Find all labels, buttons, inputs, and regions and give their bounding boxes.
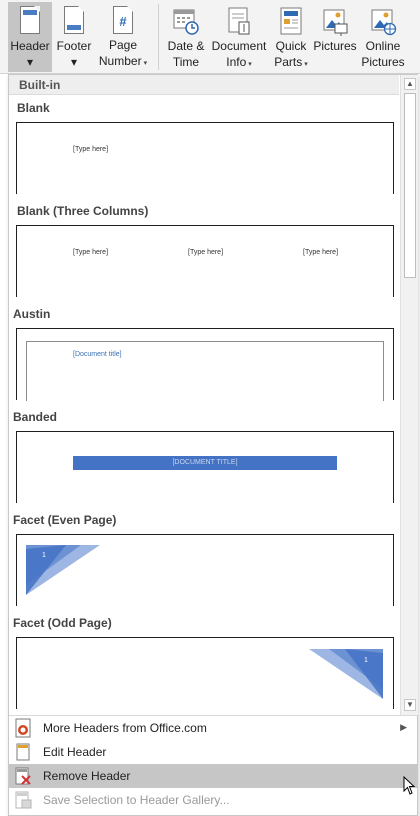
mouse-cursor-icon xyxy=(403,776,416,795)
page-number-caret: ▾ xyxy=(143,60,148,67)
header-gallery-dropdown: Built-in Blank [Type here] Blank (Three … xyxy=(8,74,418,816)
section-title-facet-odd: Facet (Odd Page) xyxy=(13,616,112,630)
placeholder-text: [Type here] xyxy=(73,146,109,153)
header-option-blank[interactable]: [Type here] xyxy=(16,122,394,194)
section-title-austin: Austin xyxy=(13,307,51,321)
placeholder-text: [Type here] xyxy=(73,249,109,256)
remove-header-item[interactable]: Remove Header xyxy=(9,764,417,788)
placeholder-text: [Document title] xyxy=(73,351,122,358)
date-time-label-2: Time xyxy=(172,55,200,69)
ribbon-separator xyxy=(158,4,159,70)
online-pictures-label-1: Online xyxy=(365,39,401,53)
gallery-scrollbar[interactable]: ▲ ▼ xyxy=(400,75,418,715)
document-info-icon xyxy=(225,6,253,38)
more-headers-item[interactable]: More Headers from Office.com ▶ xyxy=(9,716,417,740)
page-number-label-2: Number xyxy=(98,54,142,68)
office-icon xyxy=(13,718,33,738)
pictures-button[interactable]: Pictures xyxy=(312,2,358,72)
calendar-clock-icon xyxy=(172,6,200,38)
remove-header-label: Remove Header xyxy=(43,769,131,783)
insert-ribbon-group: Header ▾ Footer ▾ # Page Number ▾ Date & … xyxy=(0,0,420,74)
footer-caret: ▾ xyxy=(70,55,78,69)
remove-header-icon xyxy=(13,766,33,786)
header-option-banded[interactable]: [DOCUMENT TITLE] xyxy=(16,431,394,503)
page-number-text: 1 xyxy=(42,552,46,559)
save-selection-item[interactable]: Save Selection to Header Gallery... xyxy=(9,788,417,812)
scroll-up-arrow[interactable]: ▲ xyxy=(404,78,416,90)
save-selection-icon xyxy=(13,790,33,810)
page-number-text: 1 xyxy=(364,657,368,664)
quick-parts-button[interactable]: Quick Parts ▾ xyxy=(270,2,312,72)
date-time-button[interactable]: Date & Time xyxy=(164,2,208,72)
pictures-icon xyxy=(321,6,349,38)
date-time-label-1: Date & xyxy=(167,39,205,53)
edit-header-label: Edit Header xyxy=(43,745,107,759)
header-option-facet-odd[interactable]: 1 xyxy=(16,637,394,709)
header-option-blank-three-columns[interactable]: [Type here] [Type here] [Type here] xyxy=(16,225,394,297)
document-info-button[interactable]: Document Info ▾ xyxy=(210,2,268,72)
page-number-label-1: Page xyxy=(108,38,138,52)
online-pictures-label-2: Pictures xyxy=(361,55,405,69)
scroll-thumb[interactable] xyxy=(404,93,416,278)
quick-parts-label-2: Parts xyxy=(274,55,303,69)
header-gallery: Built-in Blank [Type here] Blank (Three … xyxy=(9,75,399,715)
builtin-group-label: Built-in xyxy=(9,75,399,95)
header-option-austin[interactable]: [Document title] xyxy=(16,328,394,401)
document-info-caret: ▾ xyxy=(248,61,252,68)
edit-header-icon xyxy=(13,742,33,762)
austin-frame xyxy=(26,341,384,401)
facet-even-graphic xyxy=(26,545,100,595)
submenu-arrow-icon: ▶ xyxy=(400,722,407,732)
document-info-label-1: Document xyxy=(211,39,267,53)
header-caret: ▾ xyxy=(26,55,34,69)
save-selection-label: Save Selection to Header Gallery... xyxy=(43,793,230,807)
quick-parts-caret: ▾ xyxy=(304,61,308,68)
page-number-button[interactable]: # Page Number ▾ xyxy=(96,2,150,72)
more-headers-label: More Headers from Office.com xyxy=(43,721,207,735)
header-label: Header xyxy=(10,39,50,53)
footer-label: Footer xyxy=(56,39,92,53)
section-title-blank-three-columns: Blank (Three Columns) xyxy=(17,204,149,218)
section-title-banded: Banded xyxy=(13,410,58,424)
page-number-icon: # xyxy=(109,6,137,37)
section-title-blank: Blank xyxy=(17,101,50,115)
quick-parts-icon xyxy=(277,6,305,38)
document-info-label-2: Info xyxy=(226,55,247,69)
section-title-facet-even: Facet (Even Page) xyxy=(13,513,117,527)
header-icon xyxy=(16,6,44,38)
pictures-label: Pictures xyxy=(313,39,357,53)
banded-title-bar: [DOCUMENT TITLE] xyxy=(73,456,337,470)
header-button[interactable]: Header ▾ xyxy=(8,2,52,72)
scroll-down-arrow[interactable]: ▼ xyxy=(404,699,416,711)
facet-odd-graphic xyxy=(309,649,383,699)
online-pictures-button[interactable]: Online Pictures xyxy=(360,2,406,72)
quick-parts-label-1: Quick xyxy=(275,39,307,53)
online-pictures-icon xyxy=(369,6,397,38)
footer-icon xyxy=(60,6,88,38)
edit-header-item[interactable]: Edit Header xyxy=(9,740,417,764)
placeholder-text: [Type here] xyxy=(303,249,339,256)
header-option-facet-even[interactable]: 1 xyxy=(16,534,394,606)
footer-button[interactable]: Footer ▾ xyxy=(54,2,94,72)
header-menu: More Headers from Office.com ▶ Edit Head… xyxy=(9,715,417,812)
placeholder-text: [DOCUMENT TITLE] xyxy=(172,459,238,466)
placeholder-text: [Type here] xyxy=(188,249,224,256)
